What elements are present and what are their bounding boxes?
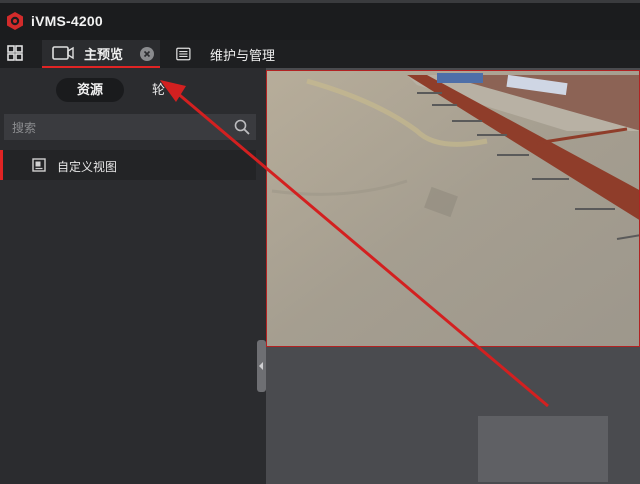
resources-toggle[interactable]: 资源 [56,78,124,102]
camera-icon [52,46,74,60]
list-icon [176,47,191,61]
search-input[interactable]: 搜索 [4,114,256,140]
tab-bar: 主预览 维护与管理 [0,40,640,68]
tab-maintenance[interactable]: 维护与管理 [172,40,292,68]
app-title: iVMS-4200 [31,13,103,29]
other-toggle[interactable]: 轮 [152,78,165,102]
blur-patch [478,416,608,482]
grid-menu-icon[interactable] [6,44,24,62]
search-placeholder: 搜索 [12,121,37,135]
title-bar: iVMS-4200 [0,0,640,40]
logo-icon [7,12,23,30]
view-icon [32,158,46,172]
tab-label-preview: 主预览 [84,46,124,62]
selection-marker [0,150,3,180]
search-icon[interactable] [234,119,250,135]
tab-main-preview[interactable]: 主预览 [42,40,160,68]
close-icon[interactable] [140,47,154,61]
tab-label-maintenance: 维护与管理 [210,47,276,63]
tree-item-custom-view[interactable]: 自定义视图 [0,150,256,180]
video-window[interactable] [266,70,640,347]
tree-label: 自定义视图 [57,160,118,174]
collapse-icon[interactable] [257,340,266,392]
camera-feed [267,71,639,346]
